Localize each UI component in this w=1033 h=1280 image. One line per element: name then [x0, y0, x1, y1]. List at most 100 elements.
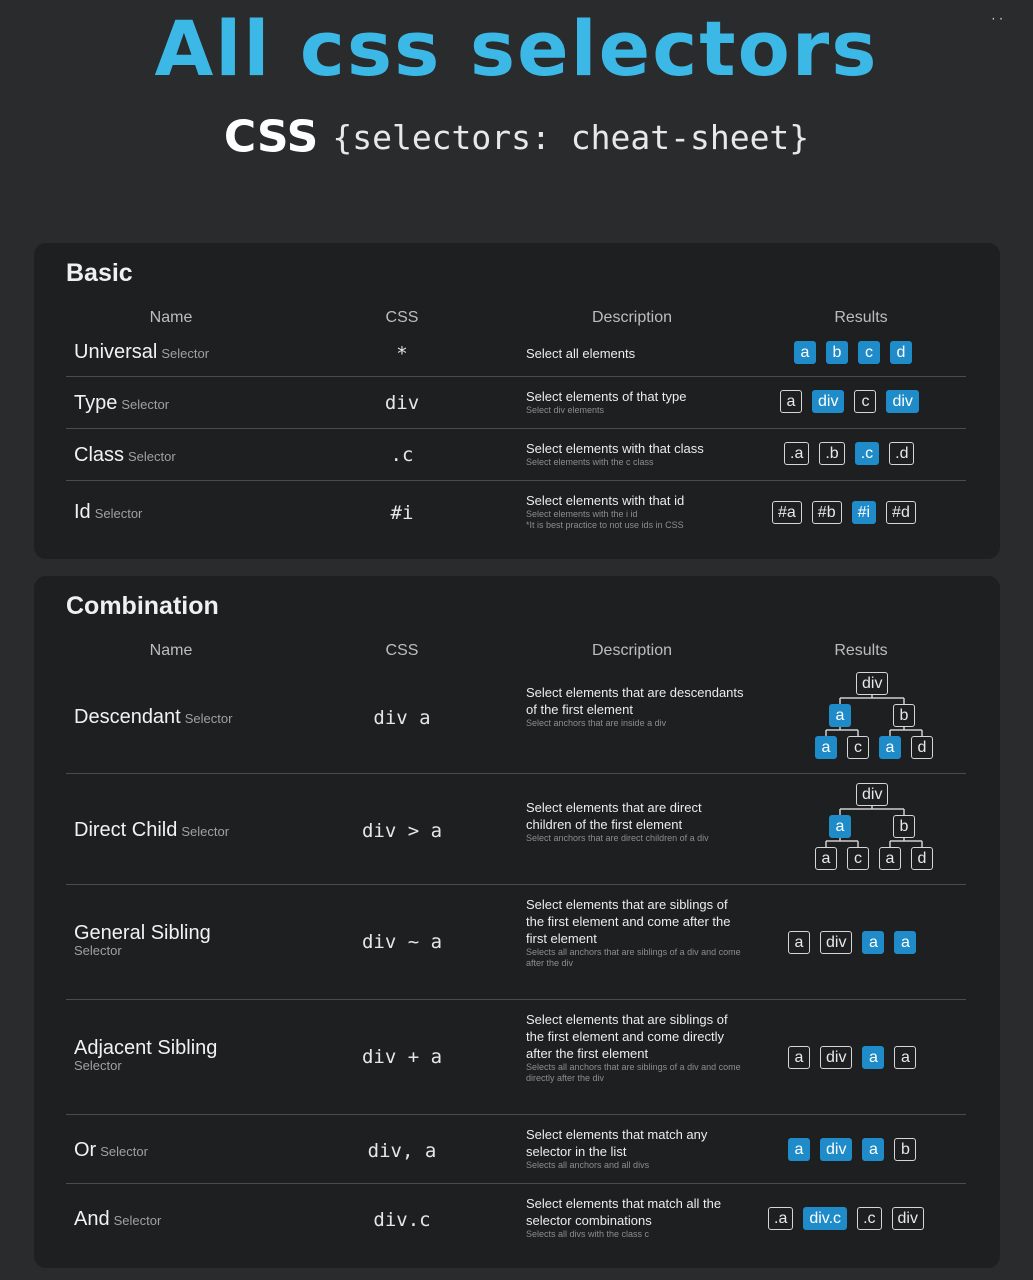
selector-name: Type Selector [74, 392, 169, 415]
selector-name: And Selector [74, 1208, 161, 1231]
tree-leaf-node: a [815, 847, 837, 870]
result-tag: a [894, 1046, 917, 1069]
selector-description: Select elements of that type Select div e… [526, 388, 746, 416]
selector-name-suffix: Selector [181, 824, 230, 839]
tree-child-node: b [893, 815, 915, 838]
result-tag: a [788, 1046, 810, 1069]
results: abcd [794, 341, 912, 364]
selector-css: .c [390, 444, 414, 466]
descendant-tree: div a b a c a d [786, 672, 933, 766]
selector-css: div ~ a [361, 931, 443, 953]
selector-name-main: Type [74, 392, 118, 414]
selector-name-main: And [74, 1208, 110, 1230]
selector-css: div, a [367, 1140, 437, 1162]
selector-row-adjacent-sibling: Adjacent Sibling Selector div + a Select … [66, 1009, 966, 1113]
result-tag-selected: #i [851, 501, 877, 524]
selector-name-main: Descendant [74, 706, 181, 728]
selector-row-direct-child: Direct Child Selector div > a Select elem… [66, 783, 966, 879]
result-tag: a [788, 931, 810, 954]
result-tag: .c [857, 1207, 882, 1230]
result-tag-selected: a [894, 931, 917, 954]
selector-name: Id Selector [74, 501, 142, 524]
subtitle-rest: {selectors: cheat-sheet} [332, 117, 810, 157]
description-main: Select elements with that id [526, 493, 685, 508]
selector-row-class: Class Selector .c Select elements with th… [66, 438, 966, 478]
section-title-combination: Combination [66, 592, 219, 620]
results: #a #b #i #d [772, 501, 916, 524]
selector-name-main: Universal [74, 341, 158, 363]
description-main: Select all elements [526, 346, 636, 361]
result-tag-selected: div [886, 390, 919, 413]
col-header-name: Name [149, 309, 193, 326]
description-main: Select elements that are siblings of the… [526, 897, 731, 946]
result-tag: #b [811, 501, 842, 524]
col-header-results: Results [834, 309, 888, 326]
description-main: Select elements of that type [526, 389, 687, 404]
description-main: Select elements that match all the selec… [526, 1196, 722, 1228]
row-divider [66, 884, 966, 885]
result-tag: a [780, 390, 802, 413]
selector-row-id: Id Selector #i Select elements with that … [66, 489, 966, 539]
direct-child-tree: div a b a c a d [786, 783, 933, 877]
result-tag-selected: div [812, 390, 845, 413]
results: .a div.c .c div [768, 1207, 924, 1230]
tree-leaf-node: a [815, 736, 837, 759]
selector-description: Select elements that match all the selec… [526, 1195, 746, 1240]
result-tag-selected: a [862, 931, 885, 954]
selector-name-suffix: Selector [121, 397, 170, 412]
selector-css: div + a [361, 1046, 443, 1068]
description-sub: Select anchors that are inside a div [526, 718, 667, 728]
selector-name: Or Selector [74, 1139, 148, 1162]
description-main: Select elements with that class [526, 441, 704, 456]
selector-description: Select elements that are descendants of … [526, 684, 746, 729]
selector-name-suffix: Selector [74, 1058, 122, 1073]
subtitle-css: CSS [223, 111, 319, 163]
selector-description: Select elements that are direct children… [526, 799, 746, 844]
description-note: *It is best practice to not use ids in C… [526, 520, 684, 530]
selector-name-main: Direct Child [74, 819, 178, 841]
combination-panel: Combination Name CSS Description Results… [34, 576, 1000, 1268]
selector-name: Universal Selector [74, 341, 209, 364]
description-sub: Selects all anchors that are siblings of… [526, 1062, 741, 1083]
selector-css: div [384, 392, 420, 414]
result-tag-selected: div [820, 1138, 853, 1161]
selector-row-or: Or Selector div, a Select elements that m… [66, 1124, 966, 1182]
result-tag: #d [886, 501, 916, 524]
row-divider [66, 999, 966, 1000]
col-header-results: Results [834, 642, 888, 659]
tree-leaf-node: a [879, 736, 901, 759]
results: a div a a [788, 1046, 917, 1069]
selector-name-suffix: Selector [100, 1144, 148, 1159]
selector-name-suffix: Selector [161, 346, 210, 361]
selector-css: div.c [373, 1209, 431, 1231]
selector-css: div a [373, 707, 431, 729]
result-tag: .a [768, 1207, 794, 1230]
basic-panel: Basic Name CSS Description Results Unive… [34, 243, 1000, 559]
selector-description: Select all elements [526, 345, 746, 362]
selector-name: Class Selector [74, 444, 176, 467]
tree-root-node: div [856, 672, 889, 695]
col-header-css: CSS [385, 309, 419, 326]
description-sub: Selects all anchors that are siblings of… [526, 947, 741, 968]
description-sub: Select elements with the c class [526, 457, 654, 467]
result-tag-selected: a [862, 1046, 885, 1069]
row-divider [66, 1114, 966, 1115]
col-header-description: Description [591, 642, 673, 659]
tree-root-node: div [856, 783, 889, 806]
selector-name-suffix: Selector [128, 449, 176, 464]
selector-description: Select elements that are siblings of the… [526, 1011, 746, 1084]
description-main: Select elements that are direct children… [526, 800, 702, 832]
result-tag-selected: div.c [803, 1207, 848, 1230]
selector-name-suffix: Selector [74, 943, 122, 958]
page-title: All css selectors [154, 4, 879, 93]
tree-leaf-node: d [911, 847, 933, 870]
selector-description: Select elements that are siblings of the… [526, 896, 746, 969]
col-header-name: Name [149, 642, 193, 659]
result-tag-selected: a [862, 1138, 885, 1161]
selector-row-descendant: Descendant Selector div a Select elements… [66, 672, 966, 768]
description-sub: Select elements with the i id [526, 509, 638, 519]
selector-name-main: Or [74, 1139, 97, 1161]
row-divider [66, 773, 966, 774]
selector-name-suffix: Selector [184, 711, 233, 726]
result-tag-selected: .c [854, 442, 880, 465]
